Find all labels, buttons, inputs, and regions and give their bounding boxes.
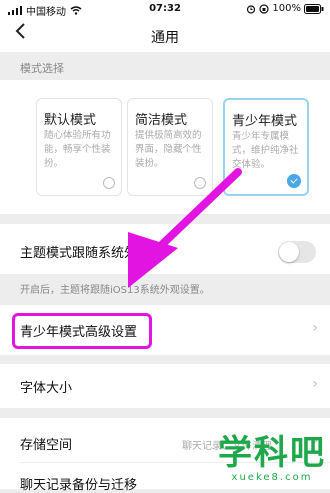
annotation-arrow-icon bbox=[128, 168, 242, 288]
watermark-title: 学科吧 bbox=[218, 433, 326, 473]
watermark-logo: 学科吧 xueke8.com bbox=[218, 434, 326, 483]
watermark-url: xueke8.com bbox=[231, 472, 313, 483]
